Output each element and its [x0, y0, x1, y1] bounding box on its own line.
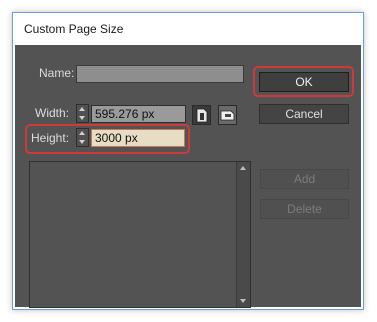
portrait-orientation-button[interactable]: [192, 105, 211, 125]
stepper-down-icon[interactable]: [79, 116, 85, 120]
height-input[interactable]: 3000 px: [91, 129, 185, 147]
width-label: Width:: [35, 106, 70, 120]
height-label: Height:: [31, 131, 70, 145]
width-input[interactable]: 595.276 px: [91, 105, 186, 123]
scroll-up-icon[interactable]: [240, 166, 246, 170]
list-scrollbar[interactable]: [236, 162, 250, 307]
stepper-down-icon[interactable]: [79, 140, 85, 144]
portrait-icon: [196, 108, 208, 123]
stepper-up-icon[interactable]: [79, 107, 85, 111]
height-stepper[interactable]: [76, 128, 89, 147]
name-input[interactable]: [76, 65, 244, 83]
custom-page-size-dialog: Custom Page Size Name: Width: 595.276 px…: [12, 12, 364, 310]
name-label: Name:: [39, 66, 75, 80]
title-bar[interactable]: Custom Page Size: [13, 13, 363, 44]
dialog-title: Custom Page Size: [24, 22, 124, 36]
add-button[interactable]: Add: [260, 169, 349, 189]
ok-button[interactable]: OK: [259, 72, 349, 92]
landscape-orientation-button[interactable]: [218, 105, 237, 125]
cancel-button[interactable]: Cancel: [259, 104, 349, 124]
landscape-icon: [220, 110, 235, 121]
delete-button[interactable]: Delete: [260, 199, 349, 219]
page-size-list[interactable]: [29, 161, 251, 308]
scroll-down-icon[interactable]: [240, 299, 246, 303]
dialog-body: Name: Width: 595.276 px Height: 3000 px …: [15, 45, 361, 308]
stepper-up-icon[interactable]: [79, 131, 85, 135]
width-stepper[interactable]: [76, 104, 89, 123]
